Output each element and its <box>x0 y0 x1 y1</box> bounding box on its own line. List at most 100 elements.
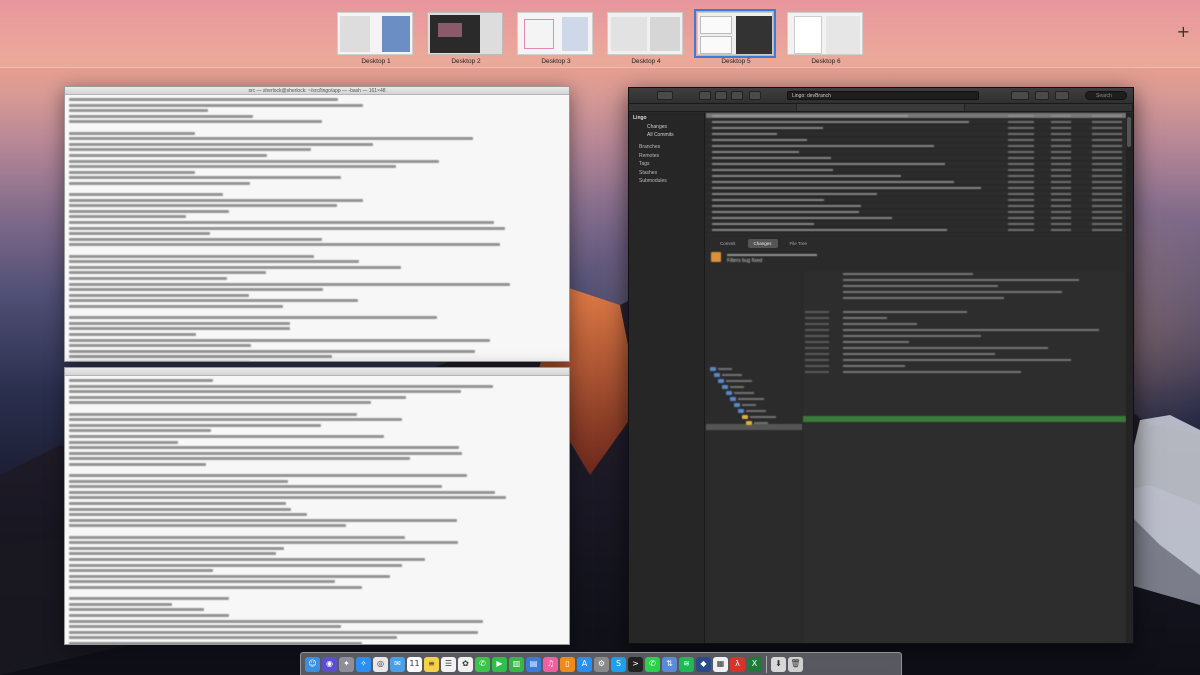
itunes-icon[interactable]: ♫ <box>543 656 558 672</box>
terminal-line <box>69 103 363 107</box>
terminal-window-bottom[interactable] <box>64 367 570 645</box>
terminal-output[interactable] <box>65 95 569 361</box>
commit-message <box>712 223 814 225</box>
commit-meta <box>1092 157 1122 159</box>
selected-file-row[interactable] <box>706 424 802 430</box>
sidebar-section-submodules[interactable]: Submodules <box>629 177 704 186</box>
desktop-thumbnail-3[interactable]: Desktop 3 <box>517 12 595 72</box>
finder-icon[interactable]: ☺ <box>305 656 320 672</box>
photos-icon[interactable]: ✿ <box>458 656 473 672</box>
messages-icon[interactable]: ✆ <box>475 656 490 672</box>
desktop-thumbnail-5[interactable]: Desktop 5 <box>694 9 776 72</box>
sidebar-section-remotes[interactable]: Remotes <box>629 152 704 161</box>
diff-line <box>843 341 909 343</box>
facetime-icon[interactable]: ▶ <box>492 656 507 672</box>
safari-icon[interactable]: ✧ <box>356 656 371 672</box>
numbers-icon[interactable]: ▥ <box>509 656 524 672</box>
trash-icon[interactable]: 🗑 <box>788 656 803 672</box>
terminal-titlebar[interactable]: src — sherlock@sherlock: ~/src/lingo/app… <box>65 87 569 95</box>
mail-icon[interactable]: ✉ <box>390 656 405 672</box>
fetch-button[interactable] <box>699 91 711 100</box>
tab-left[interactable] <box>629 104 797 111</box>
share-button[interactable] <box>1035 91 1049 100</box>
commit-list[interactable] <box>706 113 1126 235</box>
appstore-icon[interactable]: A <box>577 656 592 672</box>
search-input[interactable]: Search <box>1085 91 1127 100</box>
folder-icon <box>710 367 716 371</box>
sidebar-section-branches[interactable]: Branches <box>629 143 704 152</box>
scrollbar-thumb[interactable] <box>1127 117 1131 147</box>
terminal-icon[interactable]: > <box>628 656 643 672</box>
chrome-icon[interactable]: ◎ <box>373 656 388 672</box>
siri-icon[interactable]: ◉ <box>322 656 337 672</box>
diff-line <box>843 291 1063 293</box>
terminal-line <box>69 401 371 405</box>
line-number <box>805 347 829 349</box>
launchpad-icon[interactable]: ✦ <box>339 656 354 672</box>
terminal-window-top[interactable]: src — sherlock@sherlock: ~/src/lingo/app… <box>64 86 570 362</box>
tab-lingo[interactable] <box>797 104 965 111</box>
sidebar-section-stashes[interactable]: Stashes <box>629 169 704 178</box>
terminal-title: src — sherlock@sherlock: ~/src/lingo/app… <box>248 88 386 94</box>
changed-files-tree[interactable] <box>706 271 802 643</box>
branch-selector[interactable]: Lingo: devBranch <box>787 91 979 100</box>
preferences-icon[interactable]: ⚙ <box>594 656 609 672</box>
terminal-line <box>69 243 501 247</box>
folder-icon <box>714 373 720 377</box>
terminal-line <box>69 429 211 433</box>
whatsapp-icon[interactable]: ✆ <box>645 656 660 672</box>
acrobat-icon[interactable]: λ <box>730 656 745 672</box>
notes-icon[interactable]: ≡ <box>424 656 439 672</box>
calendar-icon[interactable]: 11 <box>407 656 422 672</box>
reminders-icon[interactable]: ☰ <box>441 656 456 672</box>
folder-icon <box>730 397 736 401</box>
excel-icon[interactable]: X <box>747 656 762 672</box>
commit-meta <box>1051 211 1071 213</box>
ibooks-icon[interactable]: ▯ <box>560 656 575 672</box>
sidebar-item-all-commits[interactable]: All Commits <box>629 131 704 139</box>
commit-row[interactable] <box>706 227 1126 233</box>
add-desktop-button[interactable]: + <box>1177 24 1190 40</box>
diff-view[interactable] <box>803 271 1126 643</box>
desktop-thumbnail-1[interactable]: Desktop 1 <box>337 12 415 72</box>
terminal-line <box>69 349 476 353</box>
terminal-line <box>69 237 323 241</box>
line-number <box>805 311 829 313</box>
sidebar-section-tags[interactable]: Tags <box>629 160 704 169</box>
scrollbar[interactable] <box>1126 113 1133 643</box>
terminal-line <box>69 288 323 292</box>
skype-icon[interactable]: S <box>611 656 626 672</box>
tab-right[interactable] <box>965 104 1133 111</box>
tab-commit[interactable]: Commit <box>714 239 742 248</box>
diff-line <box>843 329 1100 331</box>
sourcetree-icon[interactable]: ◆ <box>696 656 711 672</box>
commit-meta <box>1092 223 1122 225</box>
push-button[interactable] <box>731 91 743 100</box>
spotify-icon[interactable]: ≋ <box>679 656 694 672</box>
commit-meta <box>1051 163 1071 165</box>
sidebar-item-changes[interactable]: Changes <box>629 123 704 131</box>
desktop-thumbnail-6[interactable]: Desktop 6 <box>787 12 865 72</box>
tree-label <box>726 380 752 382</box>
pull-button[interactable] <box>715 91 727 100</box>
desktop-label: Desktop 5 <box>721 58 751 65</box>
git-client-window[interactable]: Lingo: devBranch Search Lingo Changes Al… <box>628 87 1134 644</box>
diff-line <box>843 285 999 287</box>
downloads-icon[interactable]: ⬇ <box>771 656 786 672</box>
keynote-icon[interactable]: ▤ <box>526 656 541 672</box>
desktop-thumbnail-2[interactable]: Desktop 2 <box>427 12 505 72</box>
terminal-line <box>69 395 406 399</box>
sidebar-toggle-button[interactable] <box>657 91 673 100</box>
stash-button[interactable] <box>749 91 761 100</box>
terminal-output[interactable] <box>65 376 569 644</box>
preview-icon[interactable]: ▦ <box>713 656 728 672</box>
transmit-icon[interactable]: ⇅ <box>662 656 677 672</box>
terminal-titlebar[interactable] <box>65 368 569 376</box>
desktop-thumbnail-4[interactable]: Desktop 4 <box>607 12 685 72</box>
tab-changes[interactable]: Changes <box>747 239 778 248</box>
tab-file-tree[interactable]: File Tree <box>784 239 814 248</box>
terminal-line <box>69 496 506 500</box>
desktop-label: Desktop 4 <box>631 58 661 65</box>
settings-button[interactable] <box>1055 91 1069 100</box>
merge-button[interactable] <box>1011 91 1029 100</box>
